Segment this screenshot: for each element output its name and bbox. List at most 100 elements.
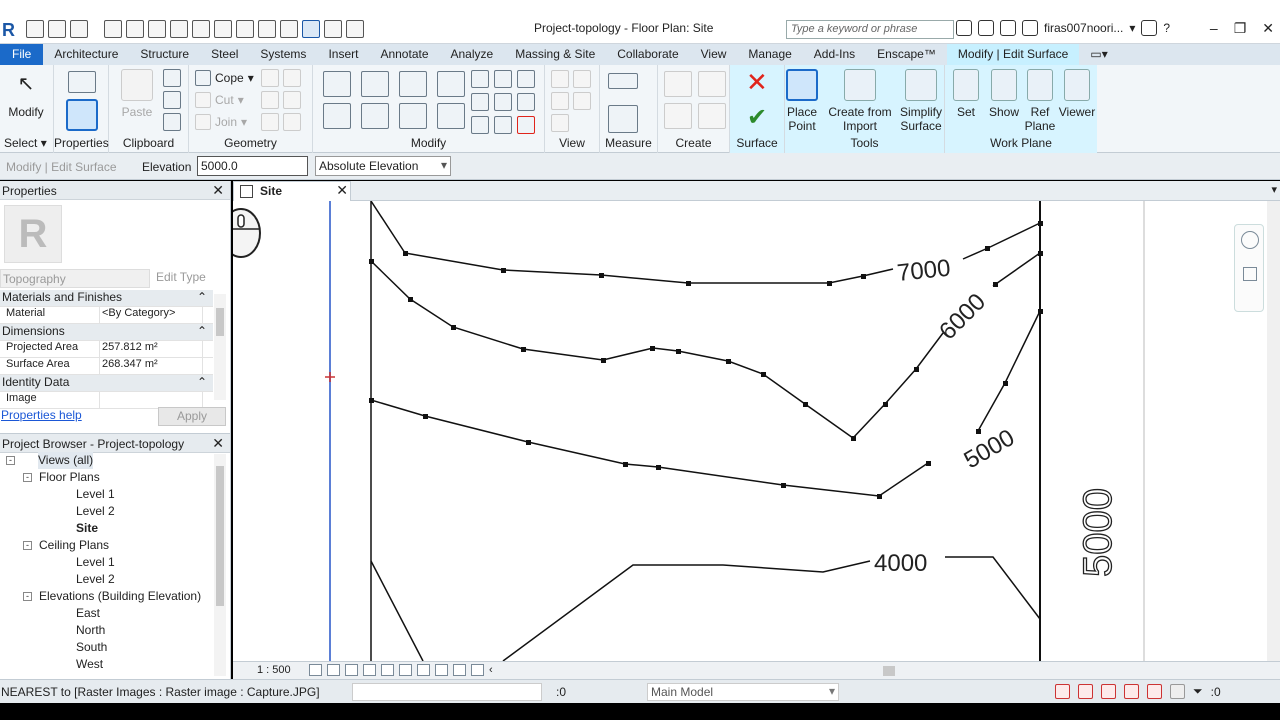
create-parts-icon[interactable] <box>698 71 726 97</box>
tab-massing-site[interactable]: Massing & Site <box>504 44 606 65</box>
zoom-region-icon[interactable] <box>1243 267 1257 281</box>
close-icon[interactable]: ✕ <box>212 435 224 452</box>
sun-path-icon[interactable] <box>345 664 358 676</box>
remove-paint-icon[interactable] <box>283 113 301 131</box>
browser-node[interactable]: - Elevations (Building Elevation) <box>0 588 215 605</box>
collapse-toggle-icon[interactable]: - <box>23 592 32 601</box>
type-properties-icon[interactable] <box>68 71 96 93</box>
section-icon[interactable] <box>280 20 298 38</box>
tab-add-ins[interactable]: Add-Ins <box>803 44 866 65</box>
tab-systems[interactable]: Systems <box>249 44 317 65</box>
browser-node[interactable]: - Ceiling Plans <box>0 537 215 554</box>
property-row[interactable]: Projected Area 257.812 m² <box>0 341 213 358</box>
trim-single-icon[interactable] <box>494 116 512 134</box>
align-icon[interactable] <box>323 71 351 97</box>
close-icon[interactable]: ✕ <box>212 182 224 199</box>
split-face-icon[interactable] <box>261 69 279 87</box>
select-underlay-icon[interactable] <box>1078 684 1093 699</box>
collapse-toggle-icon[interactable]: - <box>23 541 32 550</box>
tag-icon[interactable] <box>214 20 232 38</box>
pin-icon[interactable] <box>517 93 535 111</box>
group-header[interactable]: Identity Data ⌃ <box>0 375 213 392</box>
browser-node[interactable]: Level 1 <box>0 486 215 503</box>
paste-button[interactable]: Paste <box>117 69 157 119</box>
mirror-axis-icon[interactable] <box>399 71 427 97</box>
redo-icon[interactable] <box>126 20 144 38</box>
visual-style-icon[interactable] <box>327 664 340 676</box>
browser-node[interactable]: East <box>0 605 215 622</box>
chevron-down-icon[interactable]: ▾ <box>1129 21 1135 35</box>
restore-icon[interactable]: ❐ <box>1234 20 1247 37</box>
create-from-import-button[interactable]: Create from Import <box>825 69 895 133</box>
show-crop-icon[interactable] <box>399 664 412 676</box>
cut-icon[interactable] <box>163 69 181 87</box>
workset-select[interactable] <box>352 683 542 701</box>
scroll-thumb[interactable] <box>883 666 895 676</box>
collapse-toggle-icon[interactable]: - <box>6 456 15 465</box>
shadows-icon[interactable] <box>363 664 376 676</box>
match-type-icon[interactable] <box>163 113 181 131</box>
properties-button[interactable] <box>64 99 100 135</box>
star-icon[interactable] <box>1000 20 1016 36</box>
tab-annotate[interactable]: Annotate <box>369 44 439 65</box>
group-header[interactable]: Dimensions ⌃ <box>0 324 213 341</box>
mirror-draw-icon[interactable] <box>437 71 465 97</box>
scroll-thumb[interactable] <box>216 308 224 336</box>
place-point-button[interactable]: Place Point <box>785 69 819 133</box>
binoculars-icon[interactable] <box>956 20 972 36</box>
browser-node[interactable]: North <box>0 622 215 639</box>
3d-view-icon[interactable] <box>258 20 276 38</box>
steering-wheel-icon[interactable] <box>1241 231 1259 249</box>
dimension-icon[interactable] <box>192 20 210 38</box>
crop-view-icon[interactable] <box>381 664 394 676</box>
tab-view[interactable]: View <box>690 44 738 65</box>
close-icon[interactable]: ✕ <box>1262 20 1274 37</box>
trim-extend-icon[interactable] <box>437 103 465 129</box>
set-work-plane-button[interactable]: Set <box>951 69 981 119</box>
type-selector[interactable]: Topography <box>0 269 150 288</box>
split-gap-icon[interactable] <box>494 70 512 88</box>
ribbon-minimize-icon[interactable]: ▭▾ <box>1079 44 1118 65</box>
tab-enscape[interactable]: Enscape™ <box>866 44 947 65</box>
select-pinned-icon[interactable] <box>1101 684 1116 699</box>
revit-logo-icon[interactable]: R <box>2 20 18 40</box>
line-style-icon[interactable] <box>573 92 591 110</box>
thin-lines-icon[interactable] <box>302 20 320 38</box>
tab-steel[interactable]: Steel <box>200 44 249 65</box>
join-button[interactable]: Join ▾ <box>195 114 247 130</box>
reveal-icon[interactable] <box>551 114 569 132</box>
lock-view-icon[interactable] <box>417 664 430 676</box>
collapse-icon[interactable]: ⌃ <box>197 290 207 306</box>
undo-icon[interactable] <box>104 20 122 38</box>
modify-button[interactable]: ↖ Modify <box>6 69 46 119</box>
canvas-horizontal-scrollbar[interactable] <box>529 665 1259 677</box>
edit-type-button[interactable]: Edit Type <box>156 270 206 284</box>
collapse-icon[interactable]: ⌃ <box>197 375 207 391</box>
close-tab-icon[interactable]: ✕ <box>336 182 348 199</box>
cope-button[interactable]: Cope ▾ <box>195 70 254 86</box>
tab-manage[interactable]: Manage <box>737 44 802 65</box>
scroll-thumb[interactable] <box>216 466 224 606</box>
tab-collaborate[interactable]: Collaborate <box>606 44 689 65</box>
override-icon[interactable] <box>573 70 591 88</box>
chevron-left-icon[interactable]: ‹ <box>489 664 493 676</box>
cart-icon[interactable] <box>1141 20 1158 36</box>
minimize-icon[interactable]: – <box>1210 20 1218 37</box>
move-icon[interactable] <box>323 103 351 129</box>
delete-icon[interactable] <box>517 116 535 134</box>
group-header[interactable]: Materials and Finishes ⌃ <box>0 290 213 307</box>
property-value[interactable] <box>100 392 203 408</box>
ref-plane-button[interactable]: Ref Plane <box>1023 69 1057 133</box>
beam-join-icon[interactable] <box>261 113 279 131</box>
tab-modify-edit-surface[interactable]: Modify | Edit Surface <box>946 44 1080 65</box>
linework-icon[interactable] <box>551 92 569 110</box>
dropdown-icon[interactable] <box>92 20 100 38</box>
hide-icon[interactable] <box>551 70 569 88</box>
browser-node[interactable]: Site <box>0 520 215 537</box>
create-assembly-icon[interactable] <box>664 71 692 97</box>
create-similar-icon[interactable] <box>698 103 726 129</box>
properties-help-link[interactable]: Properties help <box>1 408 82 422</box>
user-icon[interactable] <box>1022 20 1038 36</box>
analytical-model-icon[interactable] <box>471 664 484 676</box>
measure-icon[interactable] <box>170 20 188 38</box>
